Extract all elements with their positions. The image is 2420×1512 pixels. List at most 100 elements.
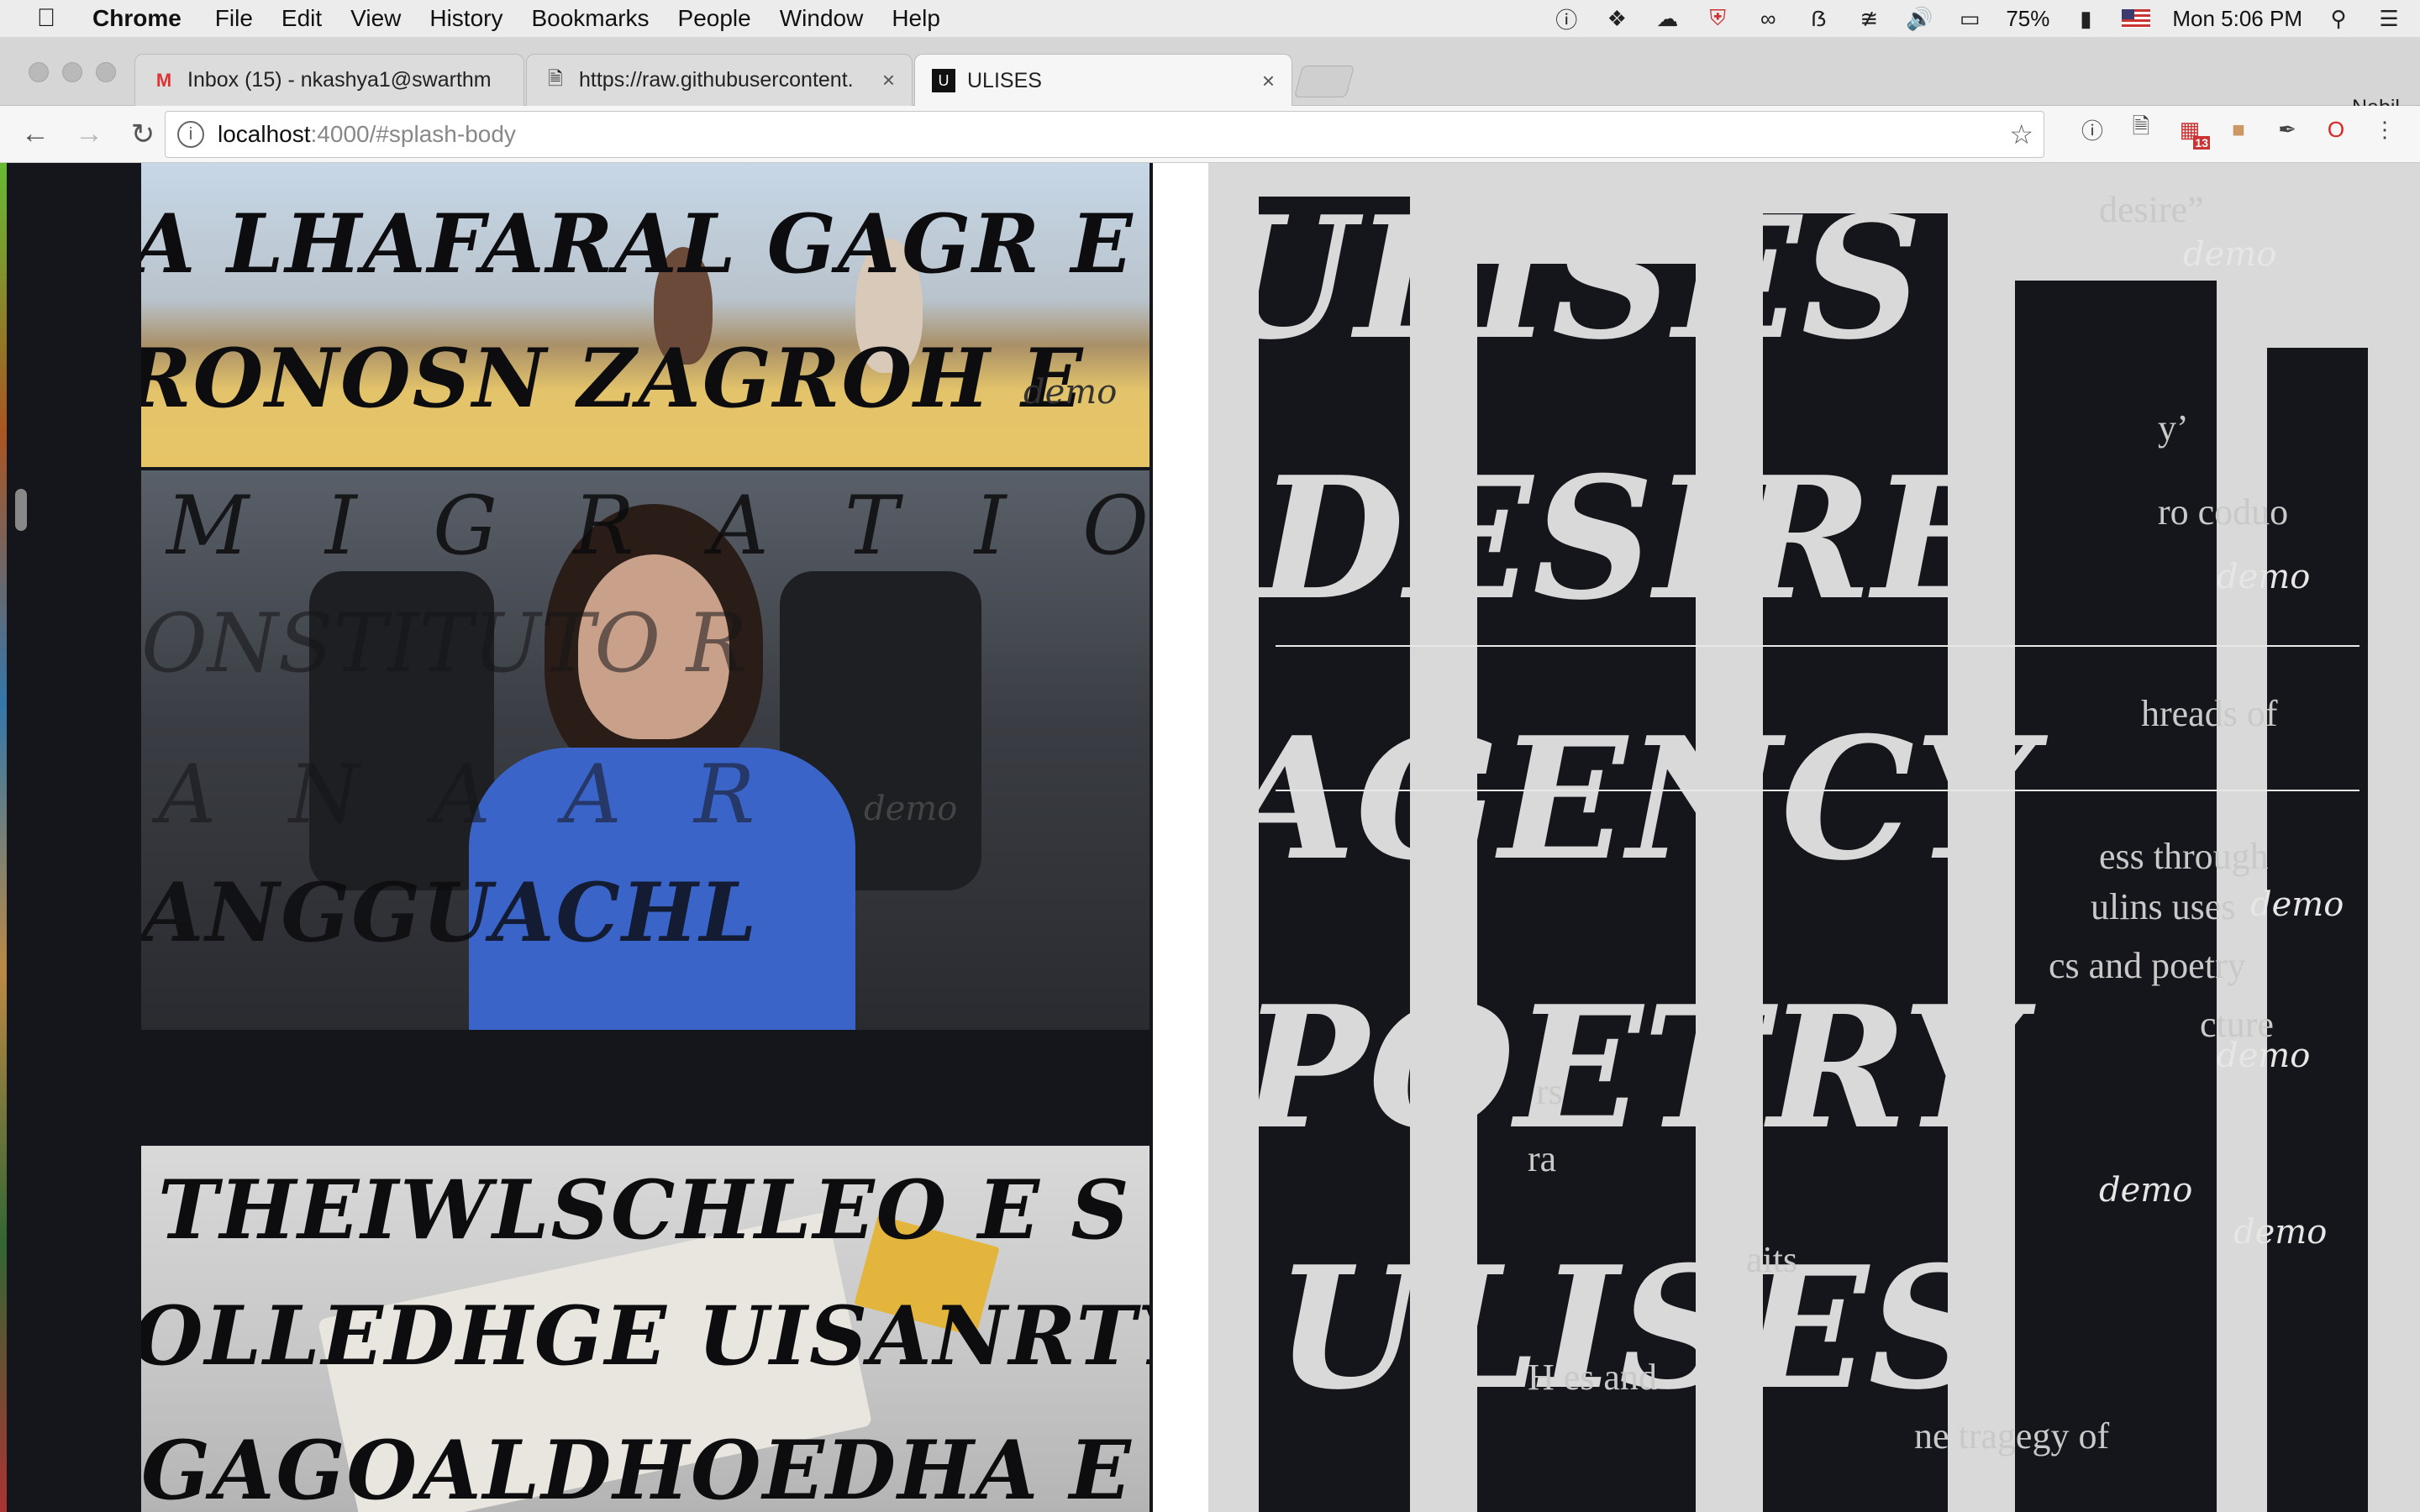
body-text-fragment: y’ (2158, 407, 2189, 449)
tab-title: Inbox (15) - nkashya1@swarthm (187, 68, 492, 92)
password-manager-icon[interactable]: ⓘ (1552, 6, 1581, 33)
cloud-icon[interactable]: ☁ (1653, 6, 1681, 31)
body-text-fragment: ulins uses (2091, 886, 2236, 927)
demo-label: demo (2099, 1171, 2193, 1210)
forward-arrow-icon[interactable]: → (62, 118, 116, 150)
body-text-fragment: aits (1746, 1239, 1798, 1280)
scrollbar-thumb[interactable] (15, 489, 27, 531)
panel-title-line: ONSTITUTO R (141, 596, 747, 690)
calendar-extension-icon[interactable]: ▦ 13 (2175, 114, 2210, 150)
back-arrow-icon[interactable]: ← (8, 118, 62, 150)
tab-inbox[interactable]: M Inbox (15) - nkashya1@swarthm (134, 54, 524, 106)
apple-menu-icon[interactable]:  (0, 4, 92, 33)
menu-file[interactable]: File (215, 5, 253, 32)
dropbox-icon[interactable]: ❖ (1602, 6, 1631, 31)
script-word: POETRY (1242, 969, 2023, 1167)
menu-app-name[interactable]: Chrome (92, 5, 182, 32)
browser-toolbar: ← → ↻ i localhost :4000/#splash-body ☆ (0, 106, 2420, 163)
body-text-fragment: ro coduo (2158, 491, 2289, 533)
status-area: ⓘ ❖ ☁ ⛨ ∞ ẞ ≇ 🔊 ▭ 75% ▮ Mon 5:06 PM ⚲ ☰ (1552, 0, 2403, 37)
macos-menubar:  Chrome File Edit View History Bookmark… (0, 0, 2420, 37)
panel-title-line: A LHAFARAL GAGR E (141, 197, 1134, 291)
tab-github-raw[interactable]: 🗎 https://raw.githubusercontent. × (526, 54, 913, 106)
body-text-fragment: ra (1528, 1138, 1557, 1179)
demo-label: demo (2183, 235, 2277, 274)
menu-history[interactable]: History (429, 5, 502, 32)
password-extension-icon[interactable]: ⓘ (2077, 114, 2107, 144)
close-tab-icon[interactable]: × (882, 67, 895, 93)
panel-title-line: THEIWLSCHLEO E S (158, 1163, 1131, 1257)
tab-title: ULISES (967, 68, 1042, 92)
text-column: ULISES DESIRE AGENCY POETRY ULISES desir… (1208, 163, 2420, 1512)
menubar-clock[interactable]: Mon 5:06 PM (2172, 6, 2302, 32)
project-column: A LHAFARAL GAGR E RONOSN ZAGROH E demo M… (141, 163, 1150, 1512)
battery-percent: 75% (2006, 5, 2050, 31)
tab-ulises[interactable]: U ULISES × (914, 54, 1292, 107)
menu-edit[interactable]: Edit (281, 5, 322, 32)
panel-gap (141, 1030, 1150, 1146)
glasses-icon[interactable]: ∞ (1754, 6, 1782, 31)
demo-label: demo (2217, 558, 2311, 596)
battery-icon[interactable]: ▮ (2071, 6, 2100, 31)
body-text-fragment: rs (1536, 1071, 1563, 1112)
panel-title-line: OLLEDHGE UISANRTY (141, 1289, 1150, 1383)
body-text-fragment: cs and poetry (2049, 945, 2246, 986)
left-edge-strip (0, 163, 7, 1512)
section-rule (1276, 645, 2360, 647)
camera-extension-icon[interactable]: ■ (2223, 114, 2254, 144)
airplay-icon[interactable]: ▭ (1955, 6, 1984, 31)
panel-title-line: ANGGUACHL (141, 865, 759, 960)
close-window-button[interactable] (29, 62, 49, 82)
body-text-fragment: ne tragegy of (1914, 1415, 2110, 1457)
address-host: localhost (218, 121, 311, 147)
menu-window[interactable]: Window (780, 5, 864, 32)
address-path: :4000/#splash-body (310, 121, 516, 147)
minimize-window-button[interactable] (62, 62, 82, 82)
bluetooth-icon[interactable]: ẞ (1804, 6, 1833, 31)
calendar-badge: 13 (2193, 136, 2210, 150)
demo-label: demo (2217, 1037, 2311, 1075)
project-panel-1[interactable]: A LHAFARAL GAGR E RONOSN ZAGROH E demo (141, 163, 1150, 467)
panel-title-line: RONOSN ZAGROH E (141, 331, 1085, 426)
eyedropper-icon[interactable]: ✒ (2272, 114, 2302, 144)
gmail-icon: M (155, 69, 172, 91)
reload-icon[interactable]: ↻ (116, 118, 170, 151)
script-word: DESIRE (1259, 440, 2001, 638)
notification-center-icon[interactable]: ☰ (2375, 6, 2403, 31)
shield-icon[interactable]: ⛨ (1703, 5, 1732, 31)
script-word: AGENCY (1225, 701, 2035, 898)
window-controls (29, 62, 116, 82)
volume-icon[interactable]: 🔊 (1905, 6, 1933, 31)
extension-icons: ⓘ 🗎 ▦ 13 ■ ✒ O ⋮ (2077, 113, 2400, 150)
flag-icon[interactable] (2122, 9, 2151, 28)
new-tab-button[interactable] (1293, 66, 1355, 97)
page-extension-icon[interactable]: 🗎 (2126, 113, 2156, 144)
demo-label: demo (1023, 373, 1118, 412)
page-viewport: A LHAFARAL GAGR E RONOSN ZAGROH E demo M… (0, 163, 2420, 1512)
wifi-icon[interactable]: ≇ (1854, 6, 1883, 31)
body-text-fragment: desire” (2099, 189, 2204, 230)
site-info-icon[interactable]: i (177, 121, 204, 148)
zoom-window-button[interactable] (96, 62, 116, 82)
project-panel-2[interactable]: M I G R A T I O N S ONSTITUTO R A N A A … (141, 470, 1150, 1030)
close-tab-icon[interactable]: × (1262, 68, 1275, 94)
address-bar[interactable]: i localhost :4000/#splash-body ☆ (165, 111, 2044, 158)
menu-bookmarks[interactable]: Bookmarks (531, 5, 649, 32)
project-panel-3[interactable]: THEIWLSCHLEO E S OLLEDHGE UISANRTY GAGOA… (141, 1146, 1150, 1512)
demo-label: demo (2250, 885, 2344, 924)
tab-title: https://raw.githubusercontent. (579, 68, 854, 92)
section-rule (1276, 790, 2360, 791)
menu-people[interactable]: People (678, 5, 751, 32)
panel-title-line: A N A A R (158, 748, 779, 842)
panel-title-line: GAGOALDHOEDHA E (141, 1423, 1133, 1512)
opera-icon[interactable]: O (2321, 114, 2351, 144)
spotlight-search-icon[interactable]: ⚲ (2324, 6, 2353, 31)
column-divider (1153, 163, 1208, 1512)
body-text-fragment: H es and (1528, 1357, 1657, 1398)
browser-tabstrip: M Inbox (15) - nkashya1@swarthm 🗎 https:… (0, 37, 2420, 119)
bookmark-star-icon[interactable]: ☆ (2009, 118, 2033, 150)
panel-title-line: M I G R A T I O N S (166, 479, 1150, 573)
menu-help[interactable]: Help (892, 5, 940, 32)
menu-view[interactable]: View (350, 5, 401, 32)
chrome-menu-icon[interactable]: ⋮ (2370, 114, 2400, 144)
